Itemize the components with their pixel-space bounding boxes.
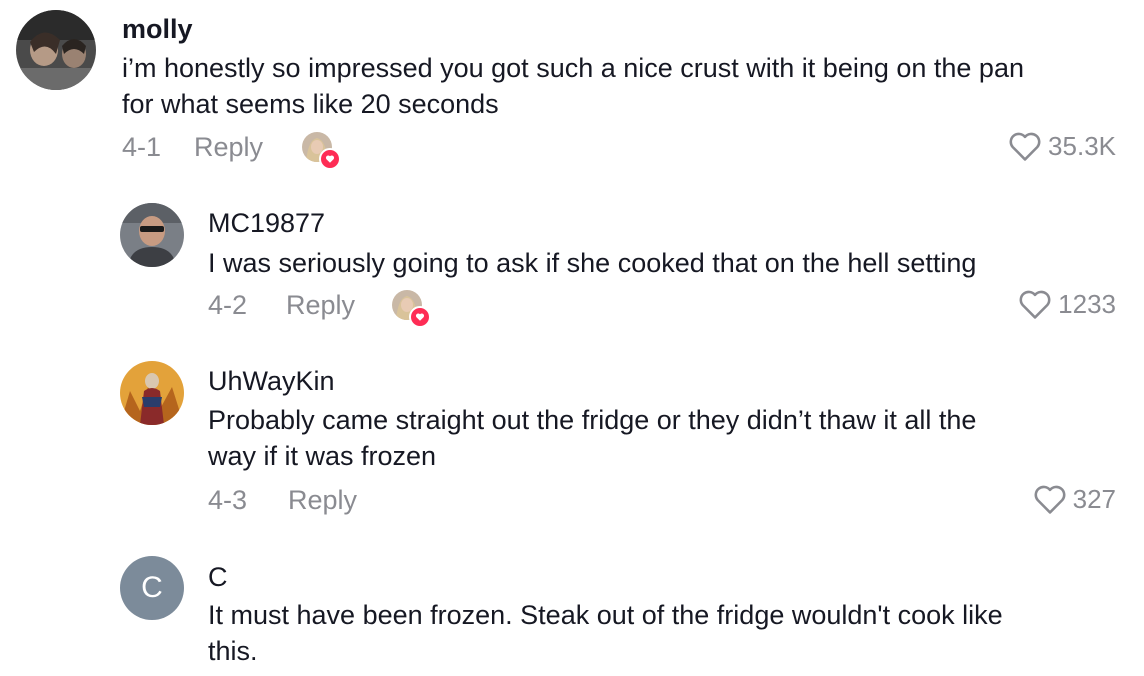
comment-username[interactable]: UhWayKin xyxy=(208,366,335,397)
avatar[interactable] xyxy=(16,10,96,90)
creator-liked-badge xyxy=(392,290,431,328)
comment-date: 4-1 xyxy=(122,132,162,162)
comment-text-line: i’m honestly so impressed you got such a… xyxy=(122,53,1024,83)
reply-button[interactable]: Reply xyxy=(286,290,355,321)
comment-text-line: It must have been frozen. Steak out of t… xyxy=(208,600,1003,630)
comment-date: 4-3 xyxy=(208,485,248,515)
like-button[interactable]: 327 xyxy=(1033,483,1116,515)
user-photo-icon xyxy=(16,10,96,90)
like-button[interactable]: 1233 xyxy=(1018,288,1116,320)
avatar[interactable] xyxy=(120,361,184,425)
user-photo-icon xyxy=(120,361,184,425)
reply-button[interactable]: Reply xyxy=(194,132,263,163)
comment-text: I was seriously going to ask if she cook… xyxy=(208,245,1128,281)
comment-text-line: Probably came straight out the fridge or… xyxy=(208,405,977,435)
comment-username[interactable]: MC19877 xyxy=(208,208,325,239)
heart-icon xyxy=(319,148,341,170)
heart-outline-icon xyxy=(1034,485,1066,514)
avatar[interactable]: C xyxy=(120,556,184,620)
comment-text-line: I was seriously going to ask if she cook… xyxy=(208,248,977,278)
comment-text: It must have been frozen. Steak out of t… xyxy=(208,597,1128,669)
like-count: 35.3K xyxy=(1048,130,1116,161)
reply-button[interactable]: Reply xyxy=(288,485,357,516)
heart-outline-icon xyxy=(1009,132,1041,161)
comment-username[interactable]: C xyxy=(208,562,228,593)
comment-username[interactable]: molly xyxy=(122,14,193,45)
avatar[interactable] xyxy=(120,203,184,267)
like-count: 1233 xyxy=(1058,288,1116,319)
like-count: 327 xyxy=(1072,483,1116,514)
comment-text: i’m honestly so impressed you got such a… xyxy=(122,50,1122,122)
like-button[interactable]: 35.3K xyxy=(1008,130,1116,162)
comment-date: 4-2 xyxy=(208,290,248,320)
creator-liked-badge xyxy=(302,132,341,170)
comment-text-line: for what seems like 20 seconds xyxy=(122,89,499,119)
user-photo-icon xyxy=(120,203,184,267)
comment-text: Probably came straight out the fridge or… xyxy=(208,402,1128,474)
heart-outline-icon xyxy=(1019,290,1051,319)
comment-text-line: this. xyxy=(208,636,258,666)
heart-icon xyxy=(409,306,431,328)
comment-text-line: way if it was frozen xyxy=(208,441,437,471)
